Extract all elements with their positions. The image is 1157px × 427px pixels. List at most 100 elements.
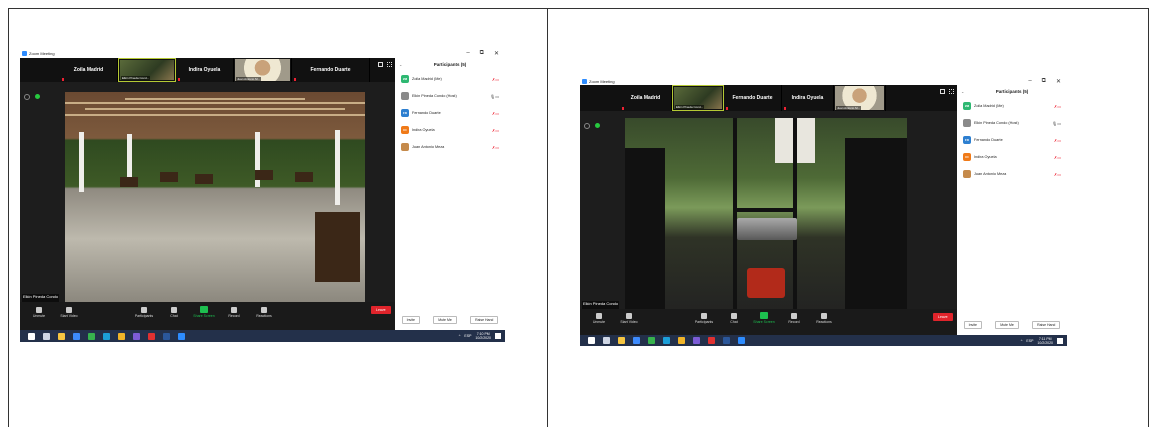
- mute-me-button[interactable]: Mute Me: [433, 316, 457, 324]
- word-icon[interactable]: [163, 332, 170, 340]
- participant-row[interactable]: FD Fernando Duarte ✗▭: [395, 107, 505, 119]
- chat-button[interactable]: Chat: [719, 313, 749, 324]
- video-tile[interactable]: Zoila Madrid: [60, 58, 118, 82]
- participant-row[interactable]: IO Indira Oyuela ✗▭: [957, 151, 1067, 163]
- video-tile-name: Indira Oyuela: [791, 95, 824, 101]
- clock-date: 10/2/2020: [475, 336, 491, 340]
- zoom-icon[interactable]: [178, 332, 185, 340]
- task-view-icon[interactable]: [603, 337, 610, 344]
- start-icon[interactable]: [28, 332, 35, 340]
- teams-icon[interactable]: [133, 332, 140, 340]
- participants-button-label: Participants: [134, 314, 154, 318]
- close-icon[interactable]: ✕: [494, 50, 499, 57]
- file-explorer-icon[interactable]: [58, 332, 65, 340]
- language-indicator[interactable]: ESP: [1026, 339, 1033, 343]
- taskbar-clock[interactable]: 7:10 PM 10/2/2020: [475, 332, 491, 340]
- video-tile[interactable]: Indira Oyuela: [782, 85, 834, 111]
- windows-taskbar: ^ ESP 7:11 PM 10/2/2020: [580, 335, 1067, 346]
- edge-icon[interactable]: [103, 332, 110, 340]
- collapse-chevron-icon[interactable]: ⌄: [399, 62, 402, 67]
- reactions-button[interactable]: Reactions: [249, 307, 279, 318]
- participant-avatar: FD: [401, 109, 409, 117]
- share-screen-button[interactable]: Share Screen: [749, 312, 779, 324]
- store-icon[interactable]: [73, 332, 80, 340]
- video-tile[interactable]: Indira Oyuela: [176, 58, 234, 82]
- share-screen-button[interactable]: Share Screen: [189, 306, 219, 318]
- video-tile[interactable]: Elkin Pineda Cond...: [672, 85, 724, 111]
- video-tile[interactable]: Fernando Duarte: [292, 58, 370, 82]
- close-icon[interactable]: ✕: [1056, 78, 1061, 85]
- participants-button[interactable]: Participants: [689, 313, 719, 324]
- raise-hand-button[interactable]: Raise Hand: [1032, 321, 1061, 329]
- start-icon[interactable]: [588, 337, 595, 344]
- word-icon[interactable]: [723, 337, 730, 344]
- zoom-icon[interactable]: [738, 337, 745, 344]
- chrome-icon[interactable]: [678, 337, 685, 344]
- teams-icon[interactable]: [693, 337, 700, 344]
- video-tile[interactable]: Fernando Duarte: [724, 85, 782, 111]
- reactions-button[interactable]: Reactions: [809, 313, 839, 324]
- minimize-icon[interactable]: –: [1028, 78, 1031, 85]
- store-icon[interactable]: [633, 337, 640, 344]
- start-video-button[interactable]: Start Video: [54, 307, 84, 318]
- video-tile[interactable]: Juan Antonio M...: [234, 58, 292, 82]
- participant-row[interactable]: IO Indira Oyuela ✗▭: [395, 124, 505, 136]
- notifications-icon[interactable]: [495, 333, 501, 339]
- collapse-chevron-icon[interactable]: ⌄: [961, 89, 964, 94]
- leave-meeting-button[interactable]: Leave: [371, 306, 391, 314]
- file-explorer-icon[interactable]: [618, 337, 625, 344]
- tray-arrow-icon[interactable]: ^: [459, 334, 461, 338]
- participant-name: Fernando Duarte: [974, 138, 1003, 142]
- minimize-icon[interactable]: –: [466, 50, 469, 57]
- edge-icon[interactable]: [663, 337, 670, 344]
- photos-icon[interactable]: [88, 332, 95, 340]
- unmute-button[interactable]: Unmute: [584, 313, 614, 324]
- gallery-view-icon[interactable]: [940, 89, 945, 94]
- task-view-icon[interactable]: [43, 332, 50, 340]
- invite-button[interactable]: Invite: [401, 316, 420, 324]
- raise-hand-button[interactable]: Raise Hand: [470, 316, 499, 324]
- restore-icon[interactable]: ⧉: [1042, 78, 1046, 85]
- participant-row[interactable]: Juan Antonio Meza ✗▭: [395, 141, 505, 153]
- mic-muted-icon: ✗▭: [491, 144, 499, 150]
- taskbar-clock[interactable]: 7:11 PM 10/2/2020: [1037, 337, 1053, 345]
- red-bucket: [747, 268, 785, 298]
- restore-icon[interactable]: ⧉: [480, 50, 484, 57]
- leave-meeting-button[interactable]: Leave: [933, 313, 953, 321]
- language-indicator[interactable]: ESP: [464, 334, 471, 338]
- chat-button[interactable]: Chat: [159, 307, 189, 318]
- record-button[interactable]: Record: [219, 307, 249, 318]
- participant-row[interactable]: Elkin Pineda Condo (Host) 🎙▭: [395, 90, 505, 102]
- video-tile-name: Fernando Duarte: [310, 67, 351, 73]
- start-video-button[interactable]: Start Video: [614, 313, 644, 324]
- start-video-button-label: Start Video: [60, 314, 78, 318]
- notifications-icon[interactable]: [1057, 337, 1063, 344]
- zoom-logo-icon: [22, 51, 27, 56]
- participants-button[interactable]: Participants: [129, 307, 159, 318]
- fullscreen-icon[interactable]: [387, 62, 392, 67]
- tray-arrow-icon[interactable]: ^: [1021, 339, 1023, 343]
- chrome-icon[interactable]: [118, 332, 125, 340]
- pdf-icon[interactable]: [148, 332, 155, 340]
- invite-button[interactable]: Invite: [963, 321, 982, 329]
- unmute-button[interactable]: Unmute: [24, 307, 54, 318]
- table: [120, 177, 138, 187]
- participant-row[interactable]: ZM Zoila Madrid (Me) ✗▭: [395, 73, 505, 85]
- video-tile-name: Indira Oyuela: [188, 67, 221, 73]
- record-status-icon: [24, 94, 30, 100]
- fullscreen-icon[interactable]: [949, 89, 954, 94]
- record-button[interactable]: Record: [779, 313, 809, 324]
- gallery-view-icon[interactable]: [378, 62, 383, 67]
- video-tile[interactable]: Juan Antonio M...: [834, 85, 886, 111]
- photos-icon[interactable]: [648, 337, 655, 344]
- video-thumbnail-strip: Zoila Madrid Elkin Pineda Cond... Indira O…: [20, 58, 395, 82]
- participant-row[interactable]: FD Fernando Duarte ✗▭: [957, 134, 1067, 146]
- mute-me-button[interactable]: Mute Me: [995, 321, 1019, 329]
- participant-row[interactable]: ZM Zoila Madrid (Me) ✗▭: [957, 100, 1067, 112]
- video-tile[interactable]: Elkin Pineda Cond...: [118, 58, 176, 82]
- pdf-icon[interactable]: [708, 337, 715, 344]
- participant-row[interactable]: Juan Antonio Meza ✗▭: [957, 168, 1067, 180]
- participant-row[interactable]: Elkin Pineda Condo (Host) 🎙▭: [957, 117, 1067, 129]
- video-tile[interactable]: Zoila Madrid: [620, 85, 672, 111]
- windows-taskbar: ^ ESP 7:10 PM 10/2/2020: [20, 330, 505, 342]
